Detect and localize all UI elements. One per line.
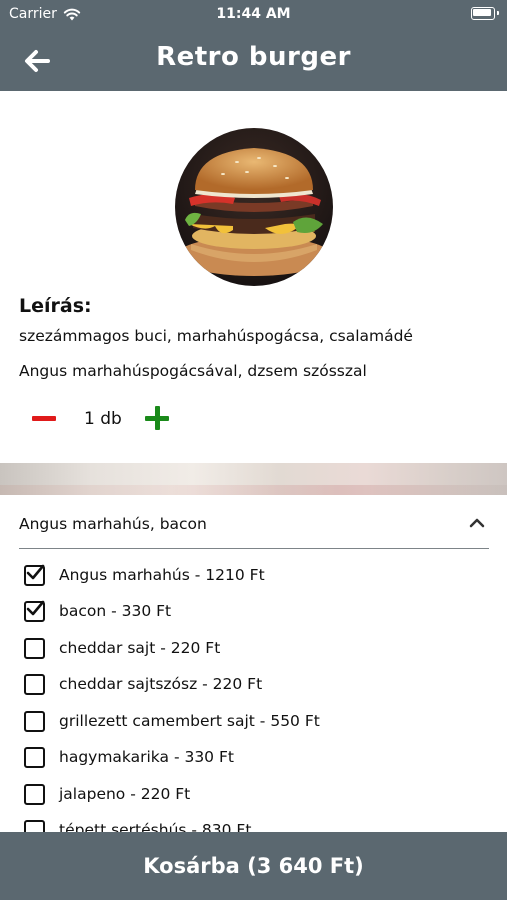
option-row[interactable]: bacon - 330 Ft [24,596,484,626]
checkbox-unchecked[interactable] [24,710,45,732]
checkbox-checked[interactable] [24,564,45,586]
option-label: jalapeno - 220 Ft [59,785,191,803]
checkmark-icon [26,600,45,615]
battery-icon [471,7,499,20]
option-label: tépett sertéshús - 830 Ft [59,821,252,832]
decorative-banner-image [0,463,507,495]
option-row[interactable]: cheddar sajtszósz - 220 Ft [24,669,484,699]
checkbox-checked[interactable] [24,600,45,622]
option-row[interactable]: jalapeno - 220 Ft [24,779,484,809]
status-time: 11:44 AM [216,6,291,22]
quantity-value: 1 db [84,409,122,429]
checkmark-icon [26,564,45,579]
checkbox-unchecked[interactable] [24,819,45,832]
option-row[interactable]: tépett sertéshús - 830 Ft [24,815,484,832]
description-heading: Leírás: [19,295,92,317]
description-line: Angus marhahúspogácsával, dzsem szósszal [19,362,367,380]
option-label: hagymakarika - 330 Ft [59,748,234,766]
checkbox-unchecked[interactable] [24,637,45,659]
option-label: Angus marhahús - 1210 Ft [59,566,265,584]
burger-image [175,128,333,286]
checkbox-unchecked[interactable] [24,746,45,768]
option-row[interactable]: hagymakarika - 330 Ft [24,742,484,772]
option-label: cheddar sajtszósz - 220 Ft [59,675,263,693]
option-label: cheddar sajt - 220 Ft [59,639,221,657]
extras-section-header[interactable]: Angus marhahús, bacon [19,506,489,549]
extras-section-title: Angus marhahús, bacon [19,515,207,533]
page-title: Retro burger [156,42,351,72]
option-row[interactable]: grillezett camembert sajt - 550 Ft [24,706,484,736]
increase-quantity-button[interactable] [145,406,171,432]
add-to-cart-button[interactable]: Kosárba (3 640 Ft) [0,832,507,900]
status-bar: Carrier 11:44 AM [0,0,507,28]
option-row[interactable]: cheddar sajt - 220 Ft [24,633,484,663]
decrease-quantity-button[interactable] [32,408,58,430]
description-line: szezámmagos buci, marhahúspogácsa, csala… [19,327,413,345]
checkbox-unchecked[interactable] [24,673,45,695]
chevron-up-icon [469,518,485,528]
option-row[interactable]: Angus marhahús - 1210 Ft [24,560,484,590]
checkbox-unchecked[interactable] [24,783,45,805]
extras-options-list: Angus marhahús - 1210 Ft bacon - 330 Ft … [0,556,507,832]
app-header: Carrier 11:44 AM Retro burger [0,0,507,91]
product-image [175,128,333,286]
option-label: bacon - 330 Ft [59,602,172,620]
option-label: grillezett camembert sajt - 550 Ft [59,712,320,730]
